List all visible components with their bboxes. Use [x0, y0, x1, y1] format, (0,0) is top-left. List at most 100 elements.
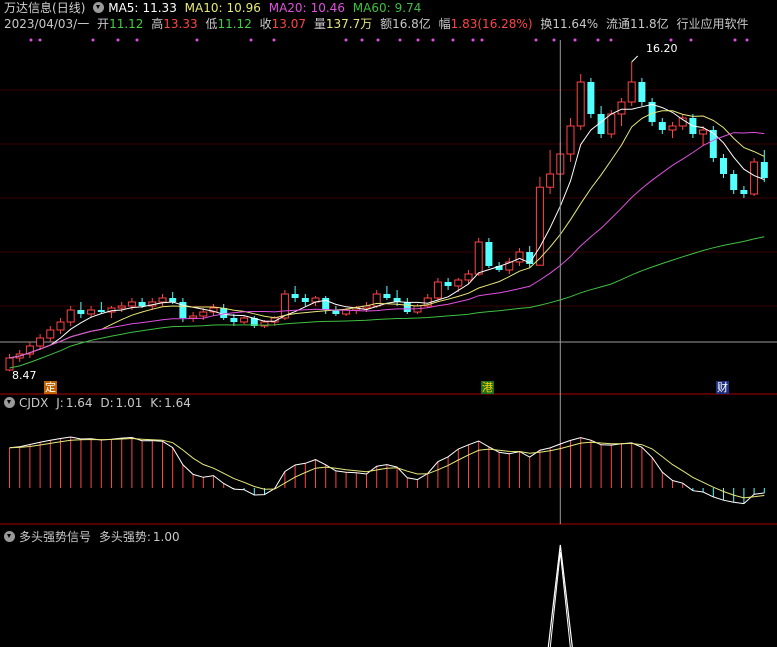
candle-body	[301, 298, 309, 302]
candle-body	[668, 125, 677, 131]
candle-body	[515, 251, 524, 263]
candle-body	[464, 273, 473, 281]
cjdx-d-line	[9, 437, 765, 499]
candle	[730, 170, 738, 194]
candle-body	[66, 309, 75, 323]
candle-body	[46, 329, 55, 339]
candle	[617, 98, 626, 126]
candle-body	[403, 302, 411, 312]
cjdx-d-label: D:	[100, 396, 114, 410]
ma20-line	[9, 131, 765, 359]
kline-chart[interactable]: 16.20 8.47	[0, 0, 777, 647]
marker-dot	[431, 38, 435, 42]
candle-body	[627, 81, 636, 103]
candle	[515, 248, 524, 266]
candle	[77, 302, 85, 318]
low-marker-label: 8.47	[12, 369, 37, 382]
event-marker-ding[interactable]: 定	[44, 381, 57, 394]
candle-body	[485, 242, 493, 266]
marker-dot	[416, 38, 420, 42]
candle	[301, 294, 309, 306]
candle	[566, 118, 575, 162]
candle	[474, 238, 483, 276]
candle	[332, 306, 340, 316]
candle	[668, 122, 677, 138]
marker-dot	[745, 38, 749, 42]
candle	[97, 302, 105, 314]
ma60-line	[9, 236, 765, 369]
candle-body	[546, 173, 555, 188]
signal-plot	[547, 544, 573, 647]
candle-body	[750, 161, 759, 195]
marker-dot	[38, 38, 42, 42]
candle	[423, 294, 432, 308]
candle-body	[699, 129, 708, 135]
candle-body	[291, 294, 299, 298]
candle	[638, 78, 646, 106]
marker-dot	[195, 38, 199, 42]
cjdx-d-value: 1.01	[115, 396, 143, 410]
candle-body	[454, 279, 463, 287]
cjdx-plot	[9, 436, 765, 505]
candle-body	[169, 298, 177, 302]
candle-body	[87, 309, 96, 315]
marker-dot	[689, 38, 693, 42]
event-marker-cai[interactable]: 财	[716, 381, 729, 394]
candle-body	[322, 298, 330, 310]
candle	[158, 294, 167, 306]
marker-dot	[135, 38, 139, 42]
candle	[107, 306, 116, 318]
candle	[720, 154, 727, 178]
marker-dot	[116, 38, 120, 42]
candle	[740, 186, 748, 198]
candle	[291, 286, 299, 302]
candle	[403, 298, 411, 314]
candle	[444, 278, 452, 290]
marker-dot	[451, 38, 455, 42]
candle	[587, 78, 595, 118]
candle	[189, 312, 198, 322]
cjdx-dropdown-icon[interactable]	[4, 397, 15, 408]
high-marker-pointer	[631, 55, 639, 63]
marker-dot	[480, 38, 484, 42]
candle-body	[730, 174, 738, 190]
candle-body	[36, 337, 45, 347]
signal-series-label: 多头强势:	[98, 530, 151, 544]
candle	[576, 74, 585, 130]
candle-body	[607, 113, 616, 135]
candle	[535, 176, 544, 266]
signal-dropdown-icon[interactable]	[4, 531, 15, 542]
event-marker-gang[interactable]: 港	[481, 381, 494, 394]
candle-body	[117, 305, 126, 309]
high-marker-label: 16.20	[646, 42, 678, 55]
candle	[658, 118, 666, 134]
crosshair	[559, 40, 639, 524]
candle	[546, 150, 555, 194]
candle-body	[240, 317, 249, 323]
marker-dot	[344, 38, 348, 42]
cjdx-k-label: K:	[150, 396, 163, 410]
candle	[56, 318, 65, 334]
candle-body	[709, 130, 717, 158]
marker-dot	[733, 38, 737, 42]
candle	[230, 314, 238, 326]
candle	[627, 62, 636, 106]
candle-body	[587, 82, 595, 114]
marker-dot	[272, 38, 276, 42]
marker-dot	[471, 38, 475, 42]
signal-header: 多头强势信号 多头强势: 1.00	[4, 528, 184, 545]
candle-body	[56, 321, 65, 331]
candle-body	[638, 82, 646, 102]
signal-value: 1.00	[152, 530, 180, 544]
candle-body	[189, 315, 198, 319]
marker-dot	[91, 38, 95, 42]
candle-body	[576, 81, 585, 127]
cjdx-name[interactable]: CJDX	[19, 396, 48, 410]
candle	[311, 296, 320, 306]
cjdx-j-label: J:	[56, 396, 64, 410]
candle	[240, 316, 249, 324]
signal-name[interactable]: 多头强势信号	[19, 530, 91, 544]
ma5-line	[9, 103, 765, 359]
marker-dot	[29, 38, 33, 42]
marker-dot	[398, 38, 402, 42]
